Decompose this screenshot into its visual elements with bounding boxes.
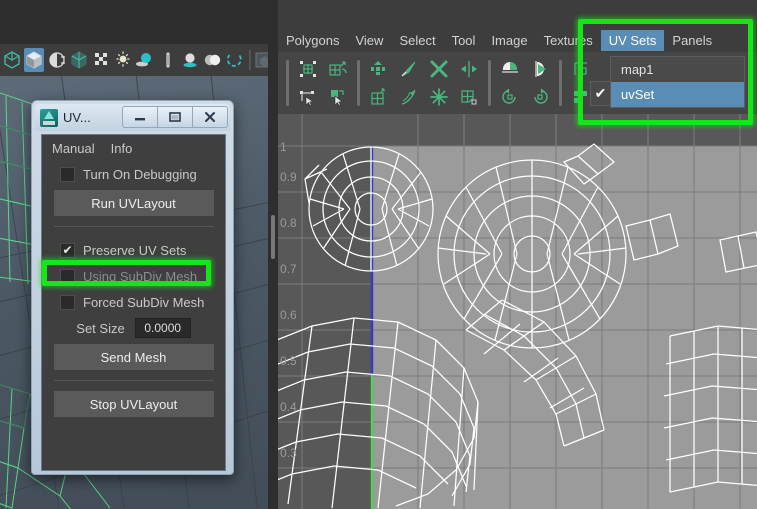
stop-uvlayout-button[interactable]: Stop UVLayout: [53, 391, 214, 417]
uv-unfold-icon[interactable]: [364, 84, 394, 110]
divider: [53, 226, 214, 227]
set-size-input[interactable]: 0.0000: [134, 318, 191, 338]
toolbar-separator: [249, 50, 251, 70]
uv-smudge-icon[interactable]: [394, 84, 424, 110]
flip-uv-horizontal-icon[interactable]: [495, 56, 525, 82]
uv-canvas[interactable]: 1 0.9 0.8 0.7 0.6 0.5 0.4 0.3: [278, 114, 757, 509]
panel-divider-handle[interactable]: [271, 215, 275, 259]
maximize-button[interactable]: [157, 106, 193, 128]
lighting-icon[interactable]: [113, 48, 133, 72]
menu-view[interactable]: View: [347, 30, 391, 51]
flip-uv-vertical-icon[interactable]: [525, 56, 555, 82]
uv-grid-and-shells: [278, 114, 757, 509]
toolbar-separator: [559, 60, 562, 106]
toolbar-group-2: [364, 55, 484, 111]
uvlayout-app-icon: [40, 108, 58, 127]
menu-textures[interactable]: Textures: [536, 30, 601, 51]
isolate-select-icon[interactable]: [224, 48, 244, 72]
run-uvlayout-button[interactable]: Run UVLayout: [53, 190, 214, 216]
preserve-uv-sets-label: Preserve UV Sets: [83, 242, 187, 258]
dropdown-checkmark-icon: ✔: [590, 81, 610, 106]
dialog-menu-info[interactable]: Info: [111, 141, 133, 156]
toolbar-separator: [286, 60, 289, 106]
dropdown-item-map1[interactable]: map1: [611, 57, 744, 82]
uv-editor-menubar: Polygons View Select Tool Image Textures…: [278, 28, 757, 52]
smooth-shade-all-icon[interactable]: [24, 48, 45, 72]
uv-snap-icon[interactable]: [566, 56, 596, 82]
dialog-menu-manual[interactable]: Manual: [52, 141, 95, 156]
hardware-texturing-icon[interactable]: [91, 48, 111, 72]
axis-label-1: 1: [280, 140, 287, 154]
xray-joints-icon[interactable]: [180, 48, 200, 72]
turn-on-debugging-label: Turn On Debugging: [83, 166, 197, 182]
dropdown-item-uvset[interactable]: uvSet: [611, 82, 744, 107]
dialog-title: UV...: [63, 110, 91, 125]
axis-label-0-9: 0.9: [280, 170, 297, 184]
dialog-menubar: Manual Info: [42, 135, 225, 161]
xray-active-components-icon[interactable]: [202, 48, 222, 72]
uv-flip-icon[interactable]: [454, 84, 484, 110]
divider: [53, 380, 214, 381]
rotate-uv-ccw-icon[interactable]: [495, 84, 525, 110]
app-window: Polygons View Select Tool Image Textures…: [0, 0, 757, 509]
rotate-uv-cw-icon[interactable]: [525, 84, 555, 110]
maya-top-strip: [0, 0, 278, 44]
uv-pin-icon[interactable]: [424, 84, 454, 110]
menu-tool[interactable]: Tool: [444, 30, 484, 51]
axis-label-0-7: 0.7: [280, 262, 297, 276]
using-subdiv-mesh-checkbox[interactable]: [60, 268, 75, 284]
checkbox-row-preserve-uv-sets[interactable]: ✔ Preserve UV Sets: [42, 237, 225, 263]
uv-smooth-icon[interactable]: [323, 56, 353, 82]
menu-panels[interactable]: Panels: [664, 30, 720, 51]
checkbox-row-using-subdiv-mesh[interactable]: Using SubDiv Mesh: [42, 263, 225, 289]
using-subdiv-mesh-label: Using SubDiv Mesh: [83, 268, 198, 284]
axis-label-0-5: 0.5: [280, 354, 297, 368]
axis-label-0-6: 0.6: [280, 308, 297, 322]
forced-subdiv-mesh-checkbox[interactable]: [60, 294, 75, 310]
window-buttons: [122, 106, 228, 129]
uv-lattice-icon[interactable]: [293, 56, 323, 82]
uv-sets-dropdown[interactable]: map1 uvSet: [610, 56, 745, 108]
menu-polygons[interactable]: Polygons: [278, 30, 347, 51]
send-mesh-button[interactable]: Send Mesh: [53, 344, 214, 370]
forced-subdiv-mesh-label: Forced SubDiv Mesh: [83, 294, 205, 310]
smooth-shade-selected-icon[interactable]: [46, 48, 66, 72]
toolbar-group-1: [293, 55, 353, 111]
uv-grab-brush-icon[interactable]: [394, 56, 424, 82]
set-size-label: Set Size: [76, 320, 125, 336]
preserve-uv-sets-checkbox[interactable]: ✔: [60, 242, 75, 258]
flat-shade-icon[interactable]: [69, 48, 89, 72]
checkbox-row-forced-subdiv-mesh[interactable]: Forced SubDiv Mesh: [42, 289, 225, 315]
set-size-row: Set Size 0.0000: [42, 315, 225, 341]
toolbar-group-3: [495, 55, 555, 111]
toolbar-separator: [488, 60, 491, 106]
toolbar-separator: [357, 60, 360, 106]
menu-uv-sets[interactable]: UV Sets: [600, 29, 665, 51]
uvlayout-dialog[interactable]: UV... Manual Info Turn On Debugging Run …: [31, 100, 234, 475]
wireframe-shading-icon[interactable]: [2, 48, 22, 72]
menu-image[interactable]: Image: [483, 30, 535, 51]
dialog-body: Manual Info Turn On Debugging Run UVLayo…: [41, 134, 226, 471]
shadows-icon[interactable]: [135, 48, 155, 72]
axis-label-0-3: 0.3: [280, 446, 297, 460]
turn-on-debugging-checkbox[interactable]: [60, 166, 75, 182]
uv-select-shell-icon[interactable]: [323, 84, 353, 110]
xray-icon[interactable]: [157, 48, 177, 72]
menu-select[interactable]: Select: [391, 30, 443, 51]
minimize-button[interactable]: [122, 106, 158, 128]
axis-label-0-4: 0.4: [280, 400, 297, 414]
uv-select-shortest-edge-icon[interactable]: [293, 84, 323, 110]
viewport-shading-toolbar: [0, 44, 278, 76]
move-uv-shell-icon[interactable]: [364, 56, 394, 82]
axis-label-0-8: 0.8: [280, 216, 297, 230]
checkbox-row-turn-on-debugging[interactable]: Turn On Debugging: [42, 161, 225, 187]
symmetrize-uv-icon[interactable]: [454, 56, 484, 82]
close-button[interactable]: [192, 106, 228, 128]
dialog-titlebar[interactable]: UV...: [35, 104, 230, 131]
cut-uv-edges-icon[interactable]: [424, 56, 454, 82]
